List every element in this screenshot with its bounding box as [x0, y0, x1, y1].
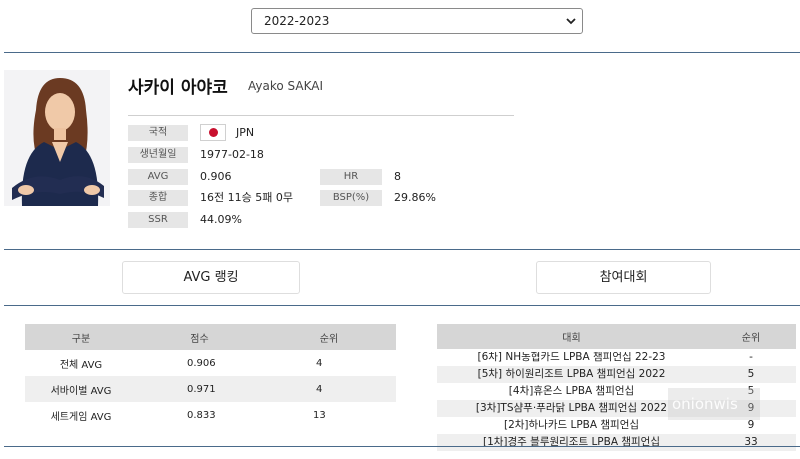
nationality-label: 국적: [128, 125, 188, 141]
score-cell: 0.833: [187, 409, 216, 421]
divider: [4, 305, 800, 306]
name-divider: [128, 115, 514, 116]
rank-cell: -: [706, 349, 796, 366]
ssr-value: 44.09%: [200, 213, 242, 226]
season-select-value: 2022-2023: [264, 14, 330, 28]
category-cell: 세트게임 AVG: [50, 411, 112, 423]
japan-flag-icon: [200, 124, 226, 141]
avg-ranking-table: 구분 점수 순위 전체 AVG 0.906 4 서바이벌 AVG 0.971 4…: [25, 324, 396, 428]
tab-avg-ranking[interactable]: AVG 랭킹: [122, 261, 300, 294]
table-row: 서바이벌 AVG 0.971 4: [25, 376, 396, 402]
watermark: onionwis: [668, 388, 760, 420]
table-header-row: 구분 점수 순위: [25, 324, 396, 350]
score-cell: 0.906: [187, 357, 216, 369]
table-row: 세트게임 AVG 0.833 13: [25, 402, 396, 428]
category-cell: 서바이벌 AVG: [25, 376, 137, 402]
player-photo: [4, 70, 110, 206]
bsp-value: 29.86%: [394, 191, 436, 204]
birthdate-label: 생년월일: [128, 147, 188, 163]
avg-label: AVG: [128, 169, 188, 185]
divider: [4, 446, 800, 447]
tournament-name-cell: [5차] 하이원리조트 LPBA 챔피언십 2022: [437, 366, 706, 383]
hr-label: HR: [320, 169, 382, 185]
tournament-name-cell: [2차]하나카드 LPBA 챔피언십: [503, 419, 640, 431]
tab-tournaments[interactable]: 참여대회: [536, 261, 711, 294]
divider: [4, 249, 800, 250]
tournament-name-cell: [4차]휴온스 LPBA 챔피언십: [508, 385, 635, 397]
chevron-down-icon: [566, 18, 576, 25]
table-header-row: 대회 순위: [437, 324, 796, 349]
player-name-korean: 사카이 아야코: [128, 78, 228, 98]
table-row: [5차] 하이원리조트 LPBA 챔피언십 2022 5: [437, 366, 796, 383]
hr-value: 8: [394, 170, 401, 183]
birthdate-value: 1977-02-18: [200, 148, 264, 161]
record-label: 종합: [128, 190, 188, 206]
tournament-name-cell: [3차]TS샴푸·푸라닭 LPBA 챔피언십 2022: [437, 400, 706, 417]
table-row: [6차] NH농협카드 LPBA 챔피언십 22-23 -: [437, 349, 796, 366]
table-row: [1차]경주 블루원리조트 LPBA 챔피언십 33: [437, 434, 796, 451]
tournament-name-cell: [1차]경주 블루원리조트 LPBA 챔피언십: [437, 434, 706, 451]
season-select[interactable]: 2022-2023: [251, 8, 583, 34]
tournament-name: [6차] NH농협카드 LPBA 챔피언십 22-23: [477, 351, 666, 363]
score-cell: 0.971: [137, 376, 262, 402]
column-header: 점수: [137, 324, 262, 350]
category-cell: 전체 AVG: [59, 359, 103, 371]
ssr-label: SSR: [128, 212, 188, 228]
record-value: 16전 11승 5패 0무: [200, 191, 293, 204]
rank-cell: 4: [262, 376, 396, 402]
divider: [4, 52, 800, 53]
column-header: 순위: [262, 324, 396, 350]
player-name-english: Ayako SAKAI: [248, 79, 323, 93]
column-header: 순위: [706, 324, 796, 349]
column-header: 구분: [25, 324, 137, 350]
table-row: 전체 AVG 0.906 4: [25, 350, 396, 376]
rank-cell: 4: [316, 357, 323, 369]
rank-cell: 5: [706, 366, 796, 383]
column-header: 대회: [437, 324, 706, 349]
rank-cell: 33: [706, 434, 796, 451]
nationality-value: JPN: [236, 126, 255, 139]
tournament-name-cell: [6차] NH농협카드 LPBA 챔피언십 22-23: [437, 349, 706, 366]
tournament-rank: -: [749, 351, 753, 363]
avg-value: 0.906: [200, 170, 232, 183]
bsp-label: BSP(%): [320, 190, 382, 206]
rank-cell: 13: [313, 409, 326, 421]
